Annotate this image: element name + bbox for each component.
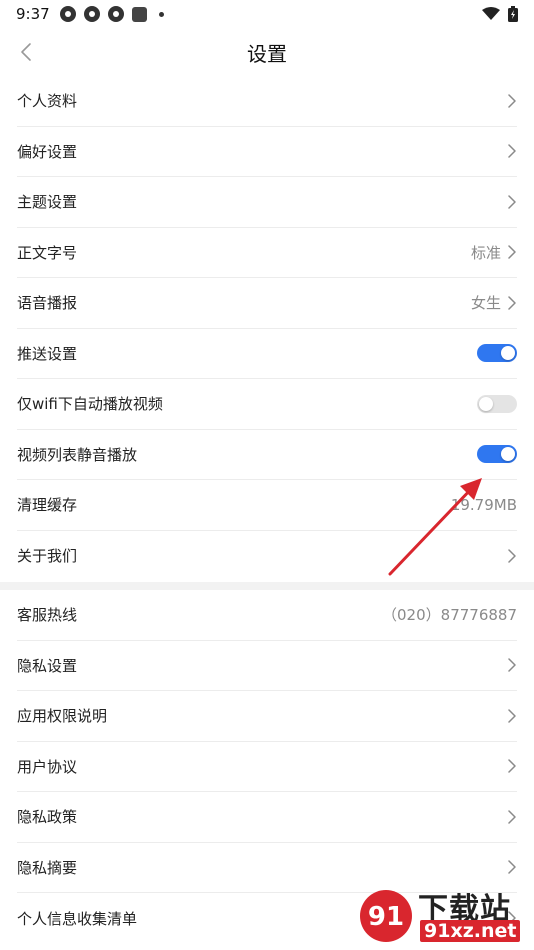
chevron-right-icon: [508, 245, 516, 259]
system-icons: [482, 6, 518, 22]
chevron-right-icon: [508, 658, 516, 672]
settings-row[interactable]: 隐私政策: [17, 792, 517, 843]
settings-row-label: 用户协议: [17, 757, 78, 776]
settings-row-accessory: [507, 94, 517, 108]
app-notification-icon: [84, 6, 100, 22]
settings-group-general: 个人资料偏好设置主题设置正文字号 标准语音播报 女生推送设置仅wifi下自动播放视频…: [0, 76, 534, 581]
settings-row[interactable]: 正文字号 标准: [17, 228, 517, 278]
settings-row[interactable]: 清理缓存 19.79MB: [17, 480, 517, 531]
settings-row-accessory: （020）87776887: [382, 604, 517, 625]
settings-row-accessory: [477, 445, 517, 464]
status-time: 9:37: [16, 5, 50, 23]
settings-row[interactable]: 仅wifi下自动播放视频: [17, 379, 517, 430]
settings-row[interactable]: 个人资料: [17, 76, 517, 127]
toggle-switch[interactable]: [477, 344, 517, 363]
settings-row-label: 偏好设置: [17, 142, 78, 161]
chevron-right-icon: [508, 195, 516, 209]
settings-row-label: 推送设置: [17, 344, 78, 363]
settings-row[interactable]: 语音播报 女生: [17, 278, 517, 329]
settings-row-value: （020）87776887: [382, 606, 517, 625]
watermark-logo: 91: [360, 890, 412, 942]
settings-row-label: 个人信息收集清单: [17, 909, 138, 928]
section-divider: [0, 582, 534, 590]
settings-row-label: 清理缓存: [17, 496, 78, 515]
toggle-knob: [501, 447, 515, 462]
settings-row[interactable]: 偏好设置: [17, 127, 517, 177]
settings-row-label: 关于我们: [17, 547, 78, 566]
settings-row-accessory: [477, 344, 517, 363]
settings-row-accessory: [507, 810, 517, 824]
settings-row-accessory: [507, 144, 517, 158]
toggle-switch[interactable]: [477, 445, 517, 464]
settings-row-label: 视频列表静音播放: [17, 445, 138, 464]
settings-row-label: 应用权限说明: [17, 707, 108, 726]
toggle-knob: [501, 346, 515, 361]
settings-row[interactable]: 推送设置: [17, 329, 517, 379]
chevron-right-icon: [508, 810, 516, 824]
settings-row[interactable]: 用户协议: [17, 742, 517, 792]
notification-icons: [60, 6, 164, 22]
settings-row-accessory: [507, 658, 517, 672]
settings-row[interactable]: 主题设置: [17, 177, 517, 228]
settings-row[interactable]: 客服热线 （020）87776887: [17, 590, 517, 641]
settings-row[interactable]: 隐私设置: [17, 641, 517, 691]
settings-row-value: 女生: [470, 294, 501, 313]
watermark: 91 下载站 91xz.net: [358, 884, 528, 946]
settings-row-label: 主题设置: [17, 193, 78, 212]
battery-icon: [508, 6, 518, 22]
chevron-right-icon: [508, 759, 516, 773]
settings-row[interactable]: 视频列表静音播放: [17, 430, 517, 480]
settings-row-accessory: [507, 195, 517, 209]
chevron-right-icon: [508, 296, 516, 310]
settings-row-label: 仅wifi下自动播放视频: [17, 395, 163, 414]
chevron-right-icon: [508, 549, 516, 563]
more-notifications-icon: [159, 11, 164, 17]
settings-row-accessory: [507, 709, 517, 723]
settings-row-accessory: [507, 549, 517, 563]
chevron-right-icon: [508, 94, 516, 108]
toggle-knob: [479, 396, 493, 411]
svg-text:91: 91: [368, 902, 404, 932]
page-title: 设置: [247, 42, 287, 66]
chevron-right-icon: [508, 860, 516, 874]
app-notification-icon: [60, 6, 76, 22]
settings-row-label: 个人资料: [17, 92, 78, 111]
app-notification-icon: [108, 6, 124, 22]
settings-row-value: 19.79MB: [450, 495, 517, 514]
settings-row-accessory: 女生: [471, 292, 517, 313]
settings-row-accessory: [507, 759, 517, 773]
chevron-right-icon: [508, 709, 516, 723]
settings-row-accessory: [507, 860, 517, 874]
settings-row-accessory: 19.79MB: [451, 496, 517, 514]
settings-row-label: 隐私设置: [17, 656, 78, 675]
settings-row-label: 客服热线: [17, 606, 78, 625]
toggle-switch[interactable]: [477, 394, 517, 413]
settings-row-label: 隐私摘要: [17, 858, 78, 877]
settings-row[interactable]: 应用权限说明: [17, 691, 517, 742]
chevron-right-icon: [508, 144, 516, 158]
nav-bar: 设置: [0, 28, 534, 76]
watermark-site: 91xz.net: [420, 920, 521, 942]
app-notification-icon: [132, 6, 147, 22]
wifi-icon: [482, 7, 500, 20]
settings-row-accessory: [477, 394, 517, 413]
settings-row-label: 语音播报: [17, 294, 78, 313]
settings-row-label: 隐私政策: [17, 808, 78, 827]
settings-row-accessory: 标准: [471, 242, 517, 263]
settings-row-label: 正文字号: [17, 243, 78, 262]
status-bar: 9:37: [0, 0, 534, 28]
settings-row-value: 标准: [470, 243, 501, 262]
settings-row[interactable]: 关于我们: [17, 531, 517, 582]
